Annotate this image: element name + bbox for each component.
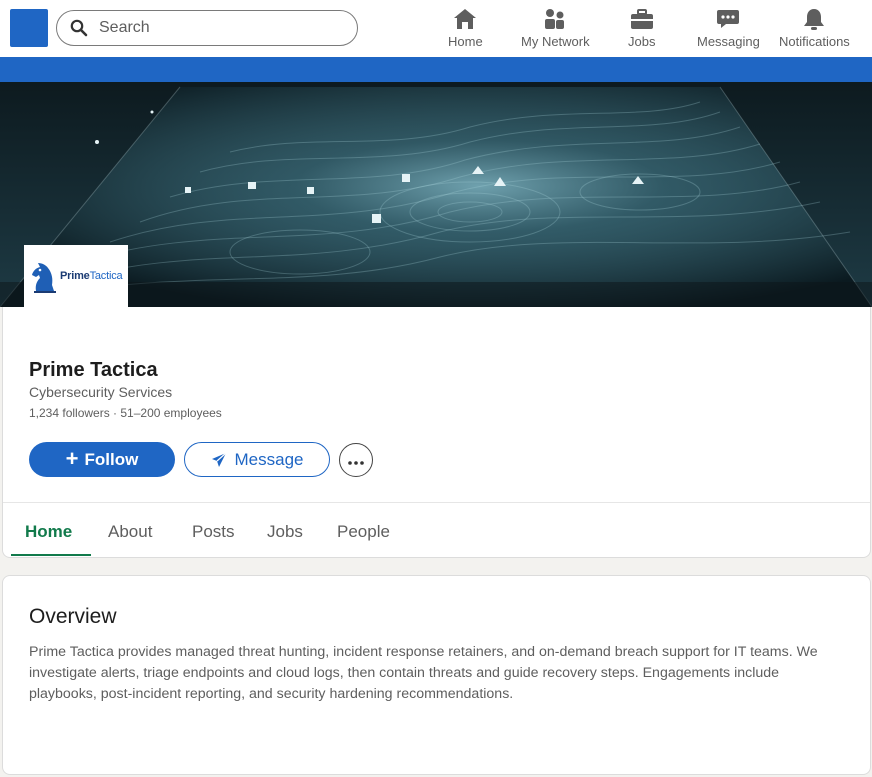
nav-notifications[interactable]: Notifications <box>779 6 850 54</box>
overview-title: Overview <box>29 605 117 628</box>
nav-messaging-label: Messaging <box>697 34 760 49</box>
ellipsis-icon <box>348 453 364 468</box>
tab-jobs[interactable]: Jobs <box>267 522 303 542</box>
company-stats: 1,234 followers · 51–200 employees <box>29 406 222 420</box>
top-nav: Home My Network Jobs Messaging Notificat… <box>0 0 872 57</box>
overview-card: Overview Prime Tactica provides managed … <box>2 575 871 775</box>
active-tab-underline <box>11 554 91 556</box>
tab-people[interactable]: People <box>337 522 390 542</box>
nav-messaging[interactable]: Messaging <box>697 6 760 54</box>
overview-text: Prime Tactica provides managed threat hu… <box>29 644 818 702</box>
company-name: Prime Tactica <box>29 359 158 381</box>
logo-text-prime: Prime <box>60 270 90 282</box>
app-logo[interactable] <box>10 9 48 47</box>
knight-logo-icon <box>28 259 58 293</box>
top-accent-strip <box>0 57 872 82</box>
search-icon <box>69 18 89 38</box>
send-icon <box>211 452 227 468</box>
logo-text-tactica: Tactica <box>89 270 123 282</box>
search-input[interactable] <box>99 19 339 37</box>
home-icon <box>452 6 478 32</box>
tabs-divider <box>3 502 870 503</box>
nav-notifications-label: Notifications <box>779 34 850 49</box>
company-logo: PrimeTactica <box>24 245 128 307</box>
chat-icon <box>715 6 741 32</box>
company-header-card: Prime Tactica Cybersecurity Services 1,2… <box>2 307 871 558</box>
tab-posts[interactable]: Posts <box>192 522 235 542</box>
follow-button-label: Follow <box>84 449 139 469</box>
network-icon <box>542 6 568 32</box>
nav-my-network[interactable]: My Network <box>521 6 590 54</box>
nav-jobs-label: Jobs <box>628 34 656 49</box>
search-bar[interactable] <box>56 10 358 46</box>
nav-jobs[interactable]: Jobs <box>628 6 655 54</box>
tab-about[interactable]: About <box>108 522 152 542</box>
tab-home[interactable]: Home <box>25 522 72 542</box>
message-button-label: Message <box>234 449 304 469</box>
plus-icon: + <box>65 445 79 471</box>
company-logo-text: PrimeTactica <box>60 270 123 282</box>
message-button[interactable]: Message <box>184 442 330 477</box>
nav-home-label: Home <box>448 34 483 49</box>
follow-button[interactable]: + Follow <box>29 442 175 477</box>
nav-my-network-label: My Network <box>521 34 590 49</box>
more-options-button[interactable] <box>339 443 373 477</box>
bell-icon <box>801 6 827 32</box>
company-industry: Cybersecurity Services <box>29 384 173 400</box>
nav-home[interactable]: Home <box>448 6 483 54</box>
briefcase-icon <box>629 6 655 32</box>
cover-image <box>0 82 872 307</box>
